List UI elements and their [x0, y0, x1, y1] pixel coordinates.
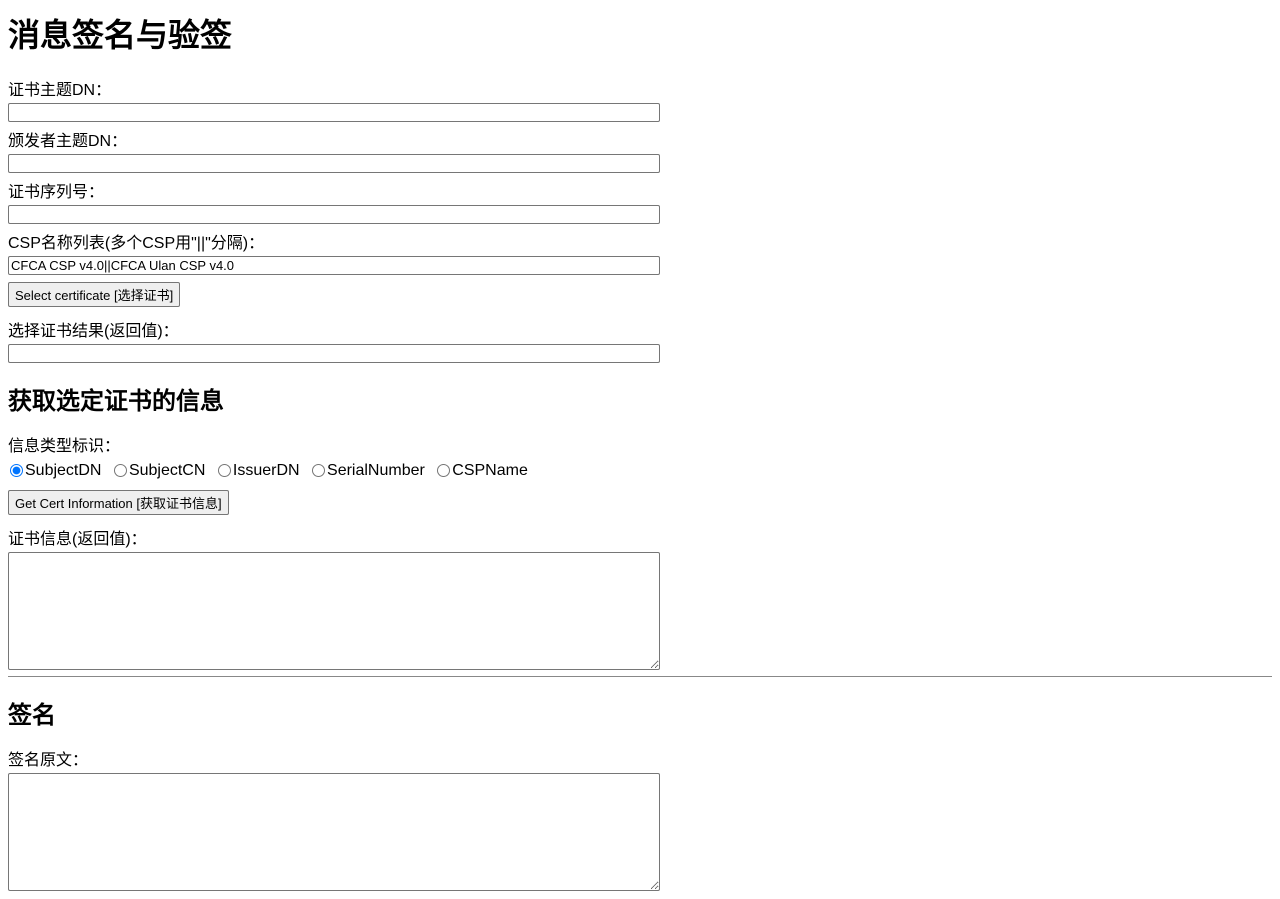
label-cert-serial: 证书序列号： [8, 178, 1272, 202]
heading-get-cert-info: 获取选定证书的信息 [8, 381, 1272, 416]
radio-label-subjectcn: SubjectCN [129, 462, 205, 479]
page-title: 消息签名与验签 [8, 10, 1272, 56]
textarea-sign-source[interactable] [8, 773, 660, 891]
label-sign-source: 签名原文： [8, 746, 1272, 770]
radio-subjectcn[interactable] [114, 464, 127, 477]
input-cert-serial[interactable] [8, 205, 660, 224]
radio-label-serialnumber: SerialNumber [327, 462, 425, 479]
heading-sign: 签名 [8, 695, 1272, 730]
radio-label-issuerdn: IssuerDN [233, 462, 300, 479]
input-csp-list[interactable] [8, 256, 660, 275]
textarea-cert-info-result[interactable] [8, 552, 660, 670]
label-select-result: 选择证书结果(返回值)： [8, 317, 1272, 341]
input-issuer-subject-dn[interactable] [8, 154, 660, 173]
radio-label-subjectdn: SubjectDN [25, 462, 101, 479]
radio-cspname[interactable] [437, 464, 450, 477]
divider [8, 676, 1272, 677]
label-cert-subject-dn: 证书主题DN： [8, 76, 1272, 100]
select-certificate-button[interactable]: Select certificate [选择证书] [8, 282, 180, 307]
radio-subjectdn[interactable] [10, 464, 23, 477]
label-info-type: 信息类型标识： [8, 432, 1272, 456]
input-select-result[interactable] [8, 344, 660, 363]
radio-group-info-type: SubjectDN SubjectCN IssuerDN SerialNumbe… [8, 462, 1272, 480]
label-cert-info-result: 证书信息(返回值)： [8, 525, 1272, 549]
radio-issuerdn[interactable] [218, 464, 231, 477]
label-issuer-subject-dn: 颁发者主题DN： [8, 127, 1272, 151]
get-cert-info-button[interactable]: Get Cert Information [获取证书信息] [8, 490, 229, 515]
radio-label-cspname: CSPName [452, 462, 528, 479]
radio-serialnumber[interactable] [312, 464, 325, 477]
input-cert-subject-dn[interactable] [8, 103, 660, 122]
label-csp-list: CSP名称列表(多个CSP用"||"分隔)： [8, 229, 1272, 253]
